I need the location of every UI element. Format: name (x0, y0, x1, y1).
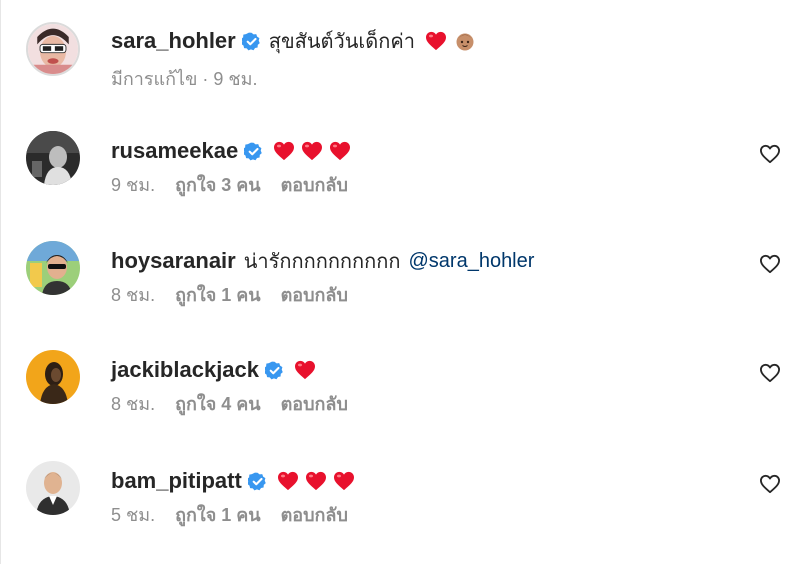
reply-button[interactable]: ตอบกลับ (281, 389, 348, 418)
verified-badge-icon (241, 32, 261, 51)
verified-badge-icon (244, 142, 263, 161)
comment-meta: 5 ชม. ถูกใจ 1 คน ตอบกลับ (111, 502, 348, 526)
reply-button[interactable]: ตอบกลับ (281, 500, 348, 529)
heart-emojis (277, 471, 355, 491)
avatar-jackiblackjack[interactable] (26, 350, 80, 404)
heart-outline-icon (760, 144, 780, 164)
heart-outline-icon (760, 363, 780, 383)
comment-line: hoysaranair น่ารักกกกกกกกกก @sara_hohler (111, 246, 534, 276)
caption-meta-text: มีการแก้ไข · 9 ชม. (111, 68, 258, 89)
verified-badge-icon (247, 472, 267, 491)
username[interactable]: hoysaranair (111, 248, 236, 274)
mention-link[interactable]: @sara_hohler (408, 250, 534, 273)
comment-time: 9 ชม. (111, 174, 156, 195)
post-caption: sara_hohler สุขสันต์วันเด็กค่า มีการแก้ไ… (0, 22, 800, 116)
comment-time: 8 ชม. (111, 393, 156, 414)
like-count[interactable]: ถูกใจ 4 คน (175, 389, 261, 418)
avatar-sara-hohler[interactable] (26, 22, 80, 76)
comment-line: rusameekae (111, 136, 351, 166)
caption-meta: มีการแก้ไข · 9 ชม. (111, 66, 258, 90)
comment-meta: 8 ชม. ถูกใจ 4 คน ตอบกลับ (111, 391, 348, 415)
comment-meta: 8 ชม. ถูกใจ 1 คน ตอบกลับ (111, 282, 348, 306)
reply-button[interactable]: ตอบกลับ (281, 280, 348, 309)
avatar-image (26, 241, 80, 295)
red-heart-emoji (305, 471, 327, 491)
heart-outline-icon (760, 254, 780, 274)
avatar-image (26, 131, 80, 185)
username[interactable]: rusameekae (111, 138, 238, 164)
avatar-image (28, 24, 78, 74)
comment-line: jackiblackjack (111, 355, 316, 385)
like-count[interactable]: ถูกใจ 3 คน (175, 170, 261, 199)
username[interactable]: bam_pitipatt (111, 468, 242, 494)
comment-text: น่ารักกกกกกกกกก (243, 251, 401, 273)
comment-item: jackiblackjack 8 ชม. ถูกใจ 4 คน ตอบกลับ (0, 350, 800, 445)
caption-text: สุขสันต์วันเด็กค่า (268, 31, 415, 53)
like-count[interactable]: ถูกใจ 1 คน (175, 500, 261, 529)
red-heart-emoji (425, 31, 447, 51)
like-count[interactable]: ถูกใจ 1 คน (175, 280, 261, 309)
avatar-bam-pitipatt[interactable] (26, 461, 80, 515)
red-heart-emoji (273, 141, 295, 161)
avatar-rusameekae[interactable] (26, 131, 80, 185)
username[interactable]: jackiblackjack (111, 357, 259, 383)
like-button[interactable] (759, 363, 781, 383)
baby-emoji (455, 31, 475, 51)
comment-item: hoysaranair น่ารักกกกกกกกกก @sara_hohler… (0, 241, 800, 336)
username[interactable]: sara_hohler (111, 28, 236, 54)
heart-outline-icon (760, 474, 780, 494)
red-heart-emoji (329, 141, 351, 161)
like-button[interactable] (759, 254, 781, 274)
heart-emojis (294, 360, 316, 380)
avatar-image (26, 350, 80, 404)
comment-item: rusameekae 9 ชม. ถูกใจ 3 คน ตอบกลับ (0, 131, 800, 226)
comment-meta: 9 ชม. ถูกใจ 3 คน ตอบกลับ (111, 172, 348, 196)
like-button[interactable] (759, 474, 781, 494)
comment-time: 8 ชม. (111, 284, 156, 305)
avatar-image (26, 461, 80, 515)
heart-emojis (273, 141, 351, 161)
like-button[interactable] (759, 144, 781, 164)
comment-item: bam_pitipatt 5 ชม. ถูกใจ 1 คน ตอบกลับ (0, 461, 800, 556)
caption-line: sara_hohler สุขสันต์วันเด็กค่า (111, 26, 475, 56)
avatar-hoysaranair[interactable] (26, 241, 80, 295)
red-heart-emoji (333, 471, 355, 491)
red-heart-emoji (277, 471, 299, 491)
red-heart-emoji (301, 141, 323, 161)
comment-line: bam_pitipatt (111, 466, 355, 496)
verified-badge-icon (265, 361, 284, 380)
comment-time: 5 ชม. (111, 504, 156, 525)
reply-button[interactable]: ตอบกลับ (281, 170, 348, 199)
red-heart-emoji (294, 360, 316, 380)
